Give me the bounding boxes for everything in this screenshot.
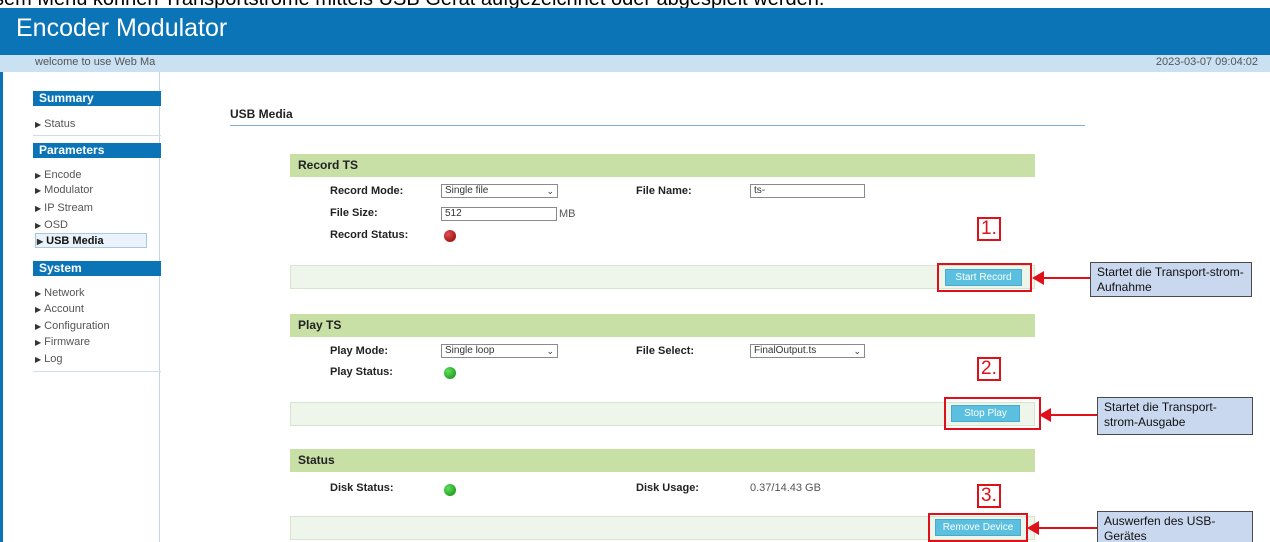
remove-device-button[interactable]: Remove Device <box>935 519 1021 536</box>
play-section-header: Play TS <box>290 314 1035 337</box>
sidebar-item-configuration[interactable]: ▶ Configuration <box>35 319 110 334</box>
sidebar-item-ip-stream[interactable]: ▶ IP Stream <box>35 201 93 216</box>
sidebar-divider <box>33 135 161 136</box>
play-mode-value: Single loop <box>445 345 495 356</box>
sidebar-item-label: IP Stream <box>44 202 93 214</box>
annotation-marker-2: 2. <box>977 357 1001 381</box>
annotation-marker-1: 1. <box>977 217 1001 241</box>
page-title: USB Media <box>230 107 293 121</box>
triangle-right-icon: ▶ <box>35 305 42 314</box>
record-status-indicator <box>444 230 456 242</box>
triangle-right-icon: ▶ <box>37 237 44 246</box>
sidebar-item-label: Log <box>44 353 63 365</box>
app-title: Encoder Modulator <box>16 14 228 42</box>
chevron-down-icon: ⌄ <box>853 346 861 356</box>
record-mode-select[interactable]: Single file ⌄ <box>441 184 558 198</box>
triangle-right-icon: ▶ <box>35 289 42 298</box>
callout-remove-device: Auswerfen des USB-Gerätes <box>1097 511 1253 542</box>
triangle-right-icon: ▶ <box>35 355 42 364</box>
sidebar-item-label: Network <box>44 287 85 299</box>
sidebar-item-label: USB Media <box>46 235 104 247</box>
file-select-value: FinalOutput.ts <box>754 345 817 356</box>
disk-usage-label: Disk Usage: <box>636 482 699 494</box>
disk-status-label: Disk Status: <box>330 482 394 494</box>
callout-start-record: Startet die Transport-strom-Aufnahme <box>1090 262 1252 297</box>
triangle-right-icon: ▶ <box>35 221 42 230</box>
play-mode-label: Play Mode: <box>330 345 389 357</box>
chevron-down-icon: ⌄ <box>546 186 554 196</box>
play-status-label: Play Status: <box>330 366 393 378</box>
triangle-right-icon: ▶ <box>35 120 42 129</box>
app-header: Encoder Modulator <box>0 8 1270 55</box>
triangle-right-icon: ▶ <box>35 171 42 180</box>
sidebar-item-status[interactable]: ▶ Status <box>35 117 75 132</box>
disk-status-indicator <box>444 484 456 496</box>
sidebar-item-label: OSD <box>44 219 68 231</box>
record-actions-bar <box>290 265 1035 289</box>
file-select-label: File Select: <box>636 345 695 357</box>
triangle-right-icon: ▶ <box>35 338 42 347</box>
annotation-marker-3: 3. <box>977 484 1001 508</box>
triangle-right-icon: ▶ <box>35 186 42 195</box>
sidebar-item-network[interactable]: ▶ Network <box>35 286 85 301</box>
screen: sem Menü können Transportströme mittels … <box>0 0 1270 542</box>
callout-stop-play: Startet die Transport-strom-Ausgabe <box>1097 397 1253 435</box>
status-section-header: Status <box>290 449 1035 472</box>
file-size-input[interactable]: 512 <box>441 207 557 221</box>
sidebar-section-summary: Summary <box>33 91 161 106</box>
arrow-left-icon <box>1039 408 1097 422</box>
sidebar-item-usb-media[interactable]: ▶ USB Media <box>35 233 147 248</box>
record-mode-value: Single file <box>445 185 489 196</box>
file-select-dropdown[interactable]: FinalOutput.ts ⌄ <box>750 344 865 358</box>
sidebar-item-osd[interactable]: ▶ OSD <box>35 218 68 233</box>
play-actions-bar <box>290 402 1035 426</box>
triangle-right-icon: ▶ <box>35 322 42 331</box>
chevron-down-icon: ⌄ <box>546 346 554 356</box>
welcome-bar: welcome to use Web Ma 2023-03-07 09:04:0… <box>0 55 1270 72</box>
datetime: 2023-03-07 09:04:02 <box>1155 56 1258 68</box>
sidebar-item-modulator[interactable]: ▶ Modulator <box>35 183 93 198</box>
file-size-unit: MB <box>559 208 576 220</box>
record-status-label: Record Status: <box>330 229 409 241</box>
sidebar: Summary ▶ Status Parameters ▶ Encode ▶ Modu… <box>3 72 161 542</box>
sidebar-section-system: System <box>33 261 161 276</box>
play-status-indicator <box>444 367 456 379</box>
status-actions-bar <box>290 516 1035 540</box>
sidebar-item-label: Configuration <box>44 320 110 332</box>
stop-play-button[interactable]: Stop Play <box>951 405 1020 422</box>
file-size-label: File Size: <box>330 207 378 219</box>
sidebar-section-parameters: Parameters <box>33 143 161 158</box>
triangle-right-icon: ▶ <box>35 204 42 213</box>
welcome-text: welcome to use Web Ma <box>35 56 156 68</box>
sidebar-item-firmware[interactable]: ▶ Firmware <box>35 335 90 350</box>
sidebar-item-label: Status <box>44 118 76 130</box>
sidebar-item-account[interactable]: ▶ Account <box>35 302 84 317</box>
sidebar-item-label: Encode <box>44 169 82 181</box>
record-mode-label: Record Mode: <box>330 185 404 197</box>
play-mode-select[interactable]: Single loop ⌄ <box>441 344 558 358</box>
record-section-header: Record TS <box>290 154 1035 177</box>
sidebar-item-log[interactable]: ▶ Log <box>35 352 63 367</box>
sidebar-item-label: Firmware <box>44 336 90 348</box>
sidebar-divider <box>33 371 161 372</box>
arrow-left-icon <box>1027 521 1097 535</box>
arrow-left-icon <box>1032 271 1090 285</box>
sidebar-item-label: Account <box>44 303 84 315</box>
sidebar-item-label: Modulator <box>44 184 94 196</box>
start-record-button[interactable]: Start Record <box>945 269 1022 286</box>
page-title-underline <box>230 125 1085 126</box>
disk-usage-value: 0.37/14.43 GB <box>750 482 821 494</box>
sidebar-item-encode[interactable]: ▶ Encode <box>35 168 81 183</box>
file-name-label: File Name: <box>636 185 692 197</box>
file-name-input[interactable]: ts- <box>750 184 865 198</box>
